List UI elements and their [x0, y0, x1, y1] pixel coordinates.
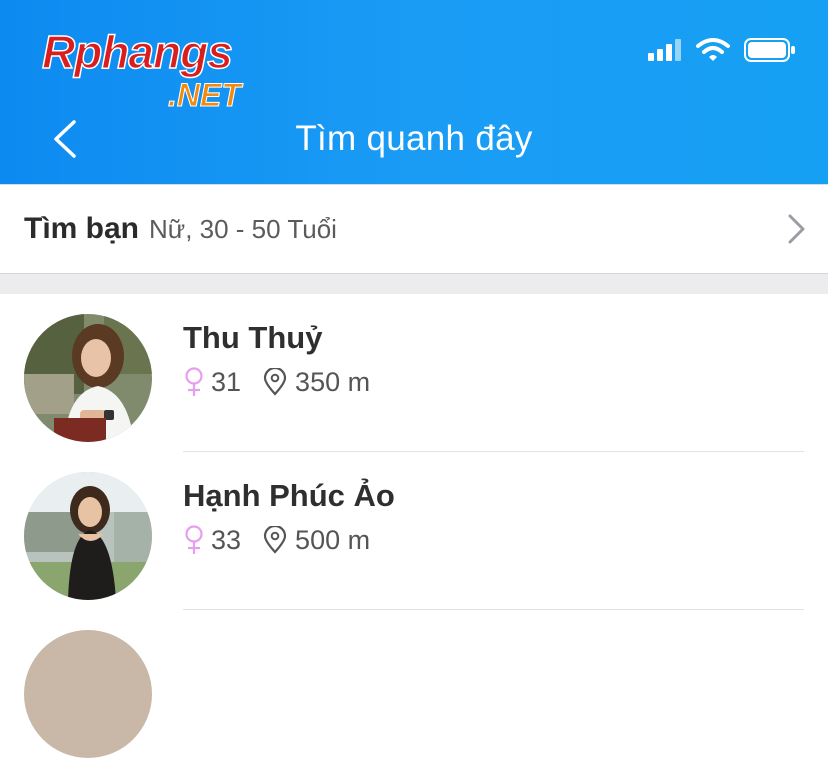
- avatar[interactable]: [24, 472, 152, 600]
- avatar[interactable]: [24, 630, 152, 758]
- filter-criteria: Nữ, 30 - 50 Tuổi: [149, 213, 337, 244]
- user-age: 31: [211, 366, 242, 397]
- chevron-right-icon: [788, 214, 805, 244]
- section-separator: [0, 274, 828, 294]
- app-header: Rphangs .NET Tìm quanh đây: [0, 0, 828, 184]
- female-icon: [185, 367, 203, 396]
- list-item[interactable]: [0, 610, 828, 768]
- user-distance: 350 m: [295, 366, 371, 397]
- list-item[interactable]: Hạnh Phúc Ảo 33 500 m: [0, 452, 828, 610]
- page-title: Tìm quanh đây: [295, 119, 533, 158]
- signal-bars-icon: [648, 39, 681, 61]
- location-pin-icon: [263, 368, 287, 396]
- battery-icon: [744, 38, 795, 62]
- user-list: Thu Thuỷ 31 350 m Hạnh Phúc Ảo 33 500 m: [0, 294, 828, 768]
- location-pin-icon: [263, 526, 287, 554]
- female-icon: [185, 525, 203, 554]
- status-bar: [648, 36, 796, 64]
- user-age: 33: [211, 524, 242, 555]
- user-meta: 33 500 m: [183, 522, 370, 558]
- list-item[interactable]: Thu Thuỷ 31 350 m: [0, 294, 828, 452]
- site-logo: Rphangs .NET: [41, 25, 244, 113]
- filter-row[interactable]: Tìm bạn Nữ, 30 - 50 Tuổi: [0, 184, 828, 274]
- user-meta: 31 350 m: [183, 364, 370, 400]
- user-name: Thu Thuỷ: [183, 320, 323, 355]
- svg-text:.NET: .NET: [168, 77, 243, 113]
- svg-text:Rphangs: Rphangs: [42, 26, 232, 78]
- wifi-icon: [696, 38, 730, 61]
- user-distance: 500 m: [295, 524, 371, 555]
- user-name: Hạnh Phúc Ảo: [183, 478, 395, 513]
- filter-label: Tìm bạn: [24, 212, 140, 245]
- avatar[interactable]: [24, 314, 152, 442]
